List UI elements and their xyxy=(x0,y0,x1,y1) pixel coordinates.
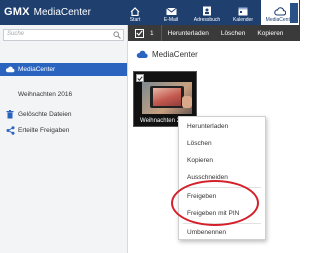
nav-addressbook-label: Adressbuch xyxy=(193,17,221,23)
thumbnail-screen xyxy=(153,88,181,106)
brand-logo[interactable]: GMX MediaCenter xyxy=(4,4,91,20)
sidebar: Suche MediaCenter Weihnachten 2016 Gelös… xyxy=(0,25,128,253)
top-nav: Start E-Mail Adressbuch Kalender MediaCe… xyxy=(117,0,299,25)
calendar-icon xyxy=(238,7,248,16)
cloud-icon xyxy=(136,50,148,58)
selected-count: 1 xyxy=(150,29,154,37)
menu-divider xyxy=(183,223,261,224)
brand-product: MediaCenter xyxy=(33,6,91,18)
sidebar-item-weihnachten[interactable]: Weihnachten 2016 xyxy=(0,88,127,101)
action-toolbar: 1 Herunterladen Löschen Kopieren xyxy=(128,25,300,41)
page-title: MediaCenter xyxy=(136,50,198,59)
sidebar-item-mediacenter[interactable]: MediaCenter xyxy=(0,63,127,76)
checkmark-icon xyxy=(136,30,143,36)
mail-icon xyxy=(165,7,177,15)
select-checkbox[interactable] xyxy=(135,28,144,38)
sidebar-item-geloeschte[interactable]: Gelöschte Dateien xyxy=(0,108,127,121)
brand-gmx: GMX xyxy=(4,6,30,18)
delete-button[interactable]: Löschen xyxy=(221,30,252,37)
menu-item-cut[interactable]: Ausschneiden xyxy=(179,171,265,183)
sidebar-item-label: Erteilte Freigaben xyxy=(18,127,70,134)
context-menu: Herunterladen Löschen Kopieren Ausschnei… xyxy=(178,116,266,240)
top-header: GMX MediaCenter Start E-Mail Adressbuch … xyxy=(0,0,300,25)
account-edge[interactable] xyxy=(290,3,298,23)
trash-icon xyxy=(6,110,14,119)
menu-item-delete[interactable]: Löschen xyxy=(179,137,265,149)
thumbnail-checkbox[interactable] xyxy=(136,74,144,82)
search-input[interactable]: Suche xyxy=(3,29,124,41)
nav-start-label: Start xyxy=(129,17,141,23)
addressbook-icon xyxy=(203,6,211,16)
menu-item-share[interactable]: Freigeben xyxy=(179,190,265,202)
sidebar-item-label: MediaCenter xyxy=(18,66,56,73)
menu-item-copy[interactable]: Kopieren xyxy=(179,154,265,166)
search-icon[interactable] xyxy=(113,31,121,39)
sidebar-item-label: Weihnachten 2016 xyxy=(18,91,73,98)
sidebar-item-freigaben[interactable]: Erteilte Freigaben xyxy=(0,124,127,137)
nav-email[interactable]: E-Mail xyxy=(153,0,189,25)
nav-addressbook[interactable]: Adressbuch xyxy=(189,0,225,25)
copy-button[interactable]: Kopieren xyxy=(257,30,289,37)
sidebar-item-label: Gelöschte Dateien xyxy=(18,111,72,118)
menu-item-share-pin[interactable]: Freigeben mit PIN xyxy=(179,207,265,219)
menu-item-download[interactable]: Herunterladen xyxy=(179,120,265,132)
download-button[interactable]: Herunterladen xyxy=(168,30,215,37)
menu-divider xyxy=(183,187,261,188)
search-placeholder: Suche xyxy=(7,31,25,37)
cloud-icon xyxy=(5,66,15,73)
nav-calendar[interactable]: Kalender xyxy=(225,0,261,25)
home-icon xyxy=(130,7,140,16)
nav-start[interactable]: Start xyxy=(117,0,153,25)
page-title-text: MediaCenter xyxy=(152,50,198,59)
nav-email-label: E-Mail xyxy=(163,17,179,23)
checkmark-icon xyxy=(137,75,143,81)
nav-calendar-label: Kalender xyxy=(232,17,253,23)
cloud-icon xyxy=(274,7,286,16)
share-icon xyxy=(6,126,14,135)
thumbnail-hand xyxy=(182,96,192,108)
menu-item-rename[interactable]: Umbenennen xyxy=(179,226,265,238)
toolbar-divider xyxy=(160,25,162,41)
